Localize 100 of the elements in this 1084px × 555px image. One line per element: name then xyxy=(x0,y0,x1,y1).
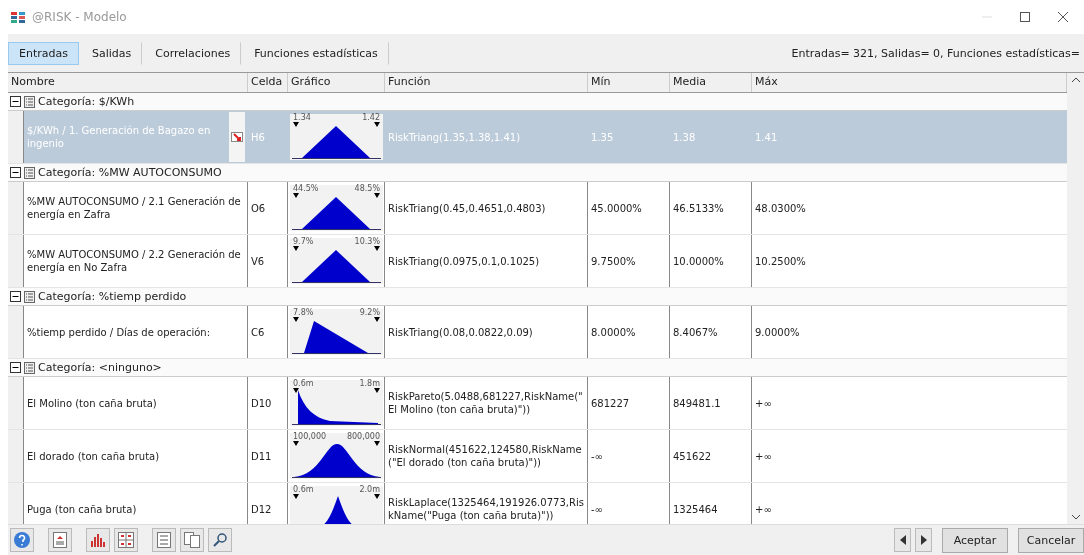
table-cell: RiskLaplace(1325464,191926.0773,RiskName("Puga (ton caña bruta)")) xyxy=(388,496,584,522)
table-cell: 9.7500% xyxy=(591,254,636,268)
table-cell: D10 xyxy=(251,396,272,410)
grid-icon[interactable] xyxy=(114,528,138,552)
graph-min-label: 0.6m xyxy=(293,380,314,388)
graph-min-label: 1.34 xyxy=(293,114,311,122)
table-cell: El dorado (ton caña bruta) xyxy=(27,449,160,463)
table-cell: +∞ xyxy=(755,449,772,463)
table-cell-text: %MW AUTOCONSUMO / 2.2 Generación de energía en No Zafra xyxy=(27,248,242,274)
table-cell: RiskTriang(0.08,0.0822,0.09) xyxy=(388,325,533,339)
tab[interactable]: Funciones estadísticas xyxy=(243,41,389,65)
table-cell-text: $/KWh / 1. Generación de Bagazo en ingenio xyxy=(27,124,212,150)
table-cell: O6 xyxy=(251,201,266,215)
column-header[interactable]: Nombre xyxy=(8,73,248,92)
table-cell: D11 xyxy=(251,449,272,463)
table-cell: 10.2500% xyxy=(755,254,806,268)
column-header[interactable]: Gráfico xyxy=(288,73,385,92)
table-cell: 1.38 xyxy=(673,130,696,144)
previous-button[interactable] xyxy=(894,528,911,552)
graph-min-label: 7.8% xyxy=(293,309,314,317)
cell-reference-button[interactable] xyxy=(229,112,245,162)
window-title: @RISK - Modelo xyxy=(32,10,128,24)
table-cell: Puga (ton caña bruta) xyxy=(27,502,137,516)
category-label: Categoría: <ninguno> xyxy=(38,361,162,374)
table-cell-text: %MW AUTOCONSUMO / 2.1 Generación de energía en Zafra xyxy=(27,195,242,221)
table-cell: 9.0000% xyxy=(755,325,800,339)
dialog-button[interactable]: Cancelar xyxy=(1018,527,1084,553)
table-cell: V6 xyxy=(251,254,265,268)
tab[interactable]: Salidas xyxy=(80,41,143,65)
table-cell: +∞ xyxy=(755,502,772,516)
summary-text: Entradas= 321, Salidas= 0, Funciones estadísticas= xyxy=(791,46,1081,60)
table-cell: RiskPareto(5.0488,681227,RiskName("El Molino (ton caña bruta)")) xyxy=(388,390,584,416)
tab[interactable]: Entradas xyxy=(8,41,79,65)
table-cell: 8.0000% xyxy=(591,325,636,339)
next-button[interactable] xyxy=(915,528,932,552)
graph-max-label: 48.5% xyxy=(354,185,380,193)
column-header[interactable]: Función xyxy=(385,73,588,92)
distribution-shape xyxy=(304,321,368,353)
category-label: Categoría: %tiemp perdido xyxy=(38,290,187,303)
table-cell: D12 xyxy=(251,502,272,516)
collapse-icon[interactable] xyxy=(10,291,21,302)
distribution-shape xyxy=(302,126,370,158)
table-row[interactable]: %tiemp perdido / Días de operación: C6 7.8% 9.2% RiskTriang(0.08,0.0822,0.09) 8.0000% 8.4067% 9.0000% xyxy=(8,306,1067,359)
distribution-shape xyxy=(302,250,370,282)
column-header[interactable]: Celda xyxy=(248,73,288,92)
graph-max-label: 800,000 xyxy=(346,433,380,441)
document-icon[interactable] xyxy=(48,528,72,552)
graph-max-label: 10.3% xyxy=(354,238,380,246)
close-icon[interactable] xyxy=(1058,12,1068,22)
graph-min-label: 44.5% xyxy=(293,185,319,193)
table-cell: 1.35 xyxy=(591,130,614,144)
graph-max-label: 1.42 xyxy=(362,114,380,122)
table-cell: H6 xyxy=(251,130,265,144)
category-label: Categoría: %MW AUTOCONSUMO xyxy=(38,166,222,179)
graph-max-label: 1.8m xyxy=(359,380,380,388)
search-icon[interactable] xyxy=(208,528,232,552)
collapse-icon[interactable] xyxy=(10,96,21,107)
distribution-shape xyxy=(302,197,370,229)
maximize-icon[interactable] xyxy=(1020,12,1030,22)
help-button[interactable] xyxy=(10,528,34,552)
table-row[interactable]: El dorado (ton caña bruta) D11 100,000 800,000 RiskNormal(451622,124580,RiskName("El dorado (ton caña bruta)")) -∞ 451622 +∞ xyxy=(8,430,1067,483)
collapse-icon[interactable] xyxy=(10,362,21,373)
table-row[interactable]: El Molino (ton caña bruta) D10 0.6m 1.8m RiskPareto(5.0488,681227,RiskName("El Molino (ton caña bruta)")) 681227 849481.1 +∞ xyxy=(8,377,1067,430)
table-cell: 46.5133% xyxy=(673,201,724,215)
caret-left-icon xyxy=(899,535,906,545)
table-cell: RiskTriang(1.35,1.38,1.41) xyxy=(388,130,521,144)
table-cell: 45.0000% xyxy=(591,201,642,215)
table-cell: %tiemp perdido / Días de operación: xyxy=(27,325,210,339)
table-cell: -∞ xyxy=(591,502,603,516)
table-cell: 451622 xyxy=(673,449,712,463)
row-header[interactable] xyxy=(8,483,24,524)
table-row[interactable]: $/KWh / 1. Generación de Bagazo en ingenio H6 1.34 1.42 RiskTriang(1.35,1.38,1.41) 1.35 1.38 1.41 xyxy=(8,111,1067,164)
table-row[interactable]: %MW AUTOCONSUMO / 2.1 Generación de energía en Zafra O6 44.5% 48.5% RiskTriang(0.45,0.4651,0.4803) 45.0000% 46.5133% 48.0300% xyxy=(8,182,1067,235)
table-row[interactable]: %MW AUTOCONSUMO / 2.2 Generación de energía en No Zafra V6 9.7% 10.3% RiskTriang(0.0975,0.1,0.1025) 9.7500% 10.0000% 10.2500% xyxy=(8,235,1067,288)
copy-icon[interactable] xyxy=(180,528,204,552)
table-cell: 1325464 xyxy=(673,502,718,516)
histogram-icon[interactable] xyxy=(86,528,110,552)
row-header[interactable] xyxy=(8,430,24,482)
vertical-scrollbar[interactable] xyxy=(1067,73,1084,524)
dialog-button[interactable]: Aceptar xyxy=(942,527,1008,553)
table-cell: 8.4067% xyxy=(673,325,718,339)
tab[interactable]: Correlaciones xyxy=(144,41,242,65)
caret-right-icon xyxy=(920,535,927,545)
table-cell: C6 xyxy=(251,325,265,339)
list-icon[interactable] xyxy=(152,528,176,552)
column-header[interactable]: Media xyxy=(670,73,752,92)
graph-max-label: 9.2% xyxy=(359,309,380,317)
graph-max-label: 2.0m xyxy=(359,486,380,494)
table-cell: 10.0000% xyxy=(673,254,724,268)
graph-min-label: 0.6m xyxy=(293,486,314,494)
table-cell: +∞ xyxy=(755,396,772,410)
column-header[interactable]: Mín xyxy=(588,73,670,92)
table-cell-text: RiskNormal(451622,124580,RiskName("El dorado (ton caña bruta)")) xyxy=(388,443,583,469)
graph-min-label: 100,000 xyxy=(293,433,327,441)
table-cell: 849481.1 xyxy=(673,396,721,410)
table-cell: RiskTriang(0.45,0.4651,0.4803) xyxy=(388,201,546,215)
table-cell: -∞ xyxy=(591,449,603,463)
collapse-icon[interactable] xyxy=(10,167,21,178)
category-label: Categoría: $/KWh xyxy=(38,95,135,108)
cell-link-icon xyxy=(231,132,243,142)
